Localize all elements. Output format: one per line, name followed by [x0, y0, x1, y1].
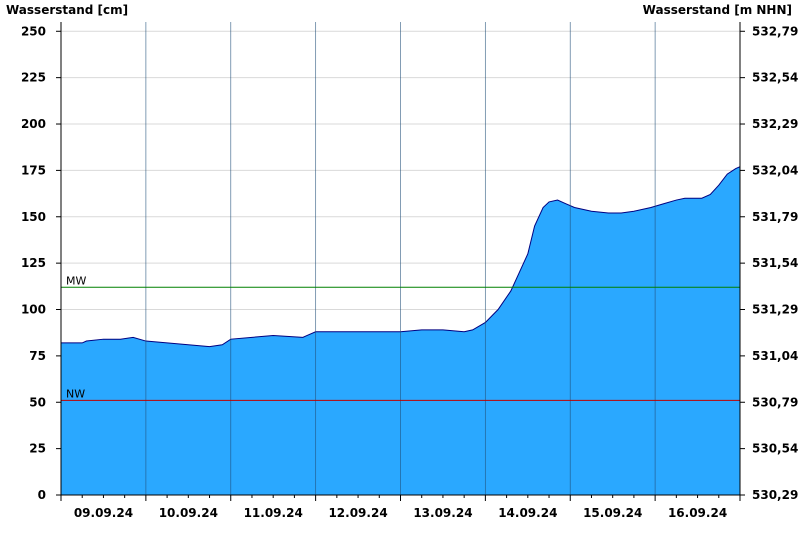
left-tick-label: 0: [38, 488, 46, 502]
left-tick-label: 225: [21, 71, 46, 85]
left-axis-label: Wasserstand [cm]: [6, 3, 128, 17]
x-tick-label: 16.09.24: [668, 506, 727, 520]
left-tick-label: 50: [29, 395, 46, 409]
x-tick-label: 15.09.24: [583, 506, 642, 520]
right-tick-label: 530,54: [752, 442, 798, 456]
x-tick-label: 12.09.24: [328, 506, 387, 520]
right-tick-label: 532,54: [752, 71, 798, 85]
right-axis-label: Wasserstand [m NHN]: [643, 3, 792, 17]
right-tick-label: 532,04: [752, 163, 798, 177]
right-tick-label: 531,04: [752, 349, 798, 363]
right-tick-label: 532,29: [752, 117, 798, 131]
left-tick-label: 75: [29, 349, 46, 363]
right-tick-label: 531,79: [752, 210, 798, 224]
right-tick-label: 530,79: [752, 395, 798, 409]
right-tick-label: 531,54: [752, 256, 798, 270]
left-tick-label: 25: [29, 442, 46, 456]
x-tick-label: 13.09.24: [413, 506, 472, 520]
right-tick-label: 532,79: [752, 24, 798, 38]
x-tick-label: 11.09.24: [244, 506, 303, 520]
x-tick-label: 10.09.24: [159, 506, 218, 520]
reference-label-nw: NW: [66, 387, 85, 400]
left-tick-label: 150: [21, 210, 46, 224]
reference-label-mw: MW: [66, 274, 86, 287]
right-tick-label: 530,29: [752, 488, 798, 502]
left-tick-label: 125: [21, 256, 46, 270]
x-tick-label: 09.09.24: [74, 506, 133, 520]
left-tick-label: 100: [21, 303, 46, 317]
left-tick-label: 175: [21, 163, 46, 177]
water-level-chart: MW NW 0 530,29 25 530,54 50 530,79 75 531,04 100 5…: [0, 0, 800, 550]
x-tick-label: 14.09.24: [498, 506, 557, 520]
left-tick-label: 250: [21, 24, 46, 38]
left-tick-label: 200: [21, 117, 46, 131]
chart-svg: MW NW 0 530,29 25 530,54 50 530,79 75 531,04 100 5…: [6, 3, 798, 520]
right-tick-label: 531,29: [752, 303, 798, 317]
